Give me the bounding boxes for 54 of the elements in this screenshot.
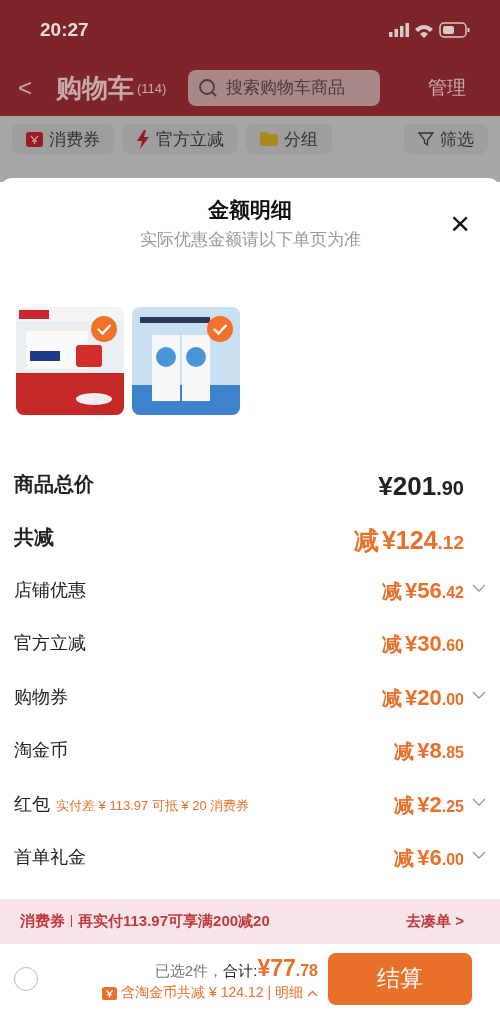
filter-icon <box>418 131 434 148</box>
filter-chip[interactable]: 分组 <box>246 124 332 155</box>
check-icon[interactable] <box>207 315 233 342</box>
row-label: 商品总价 <box>14 471 94 497</box>
search-icon <box>198 78 219 98</box>
total-label: 合计: <box>223 962 258 982</box>
row-label: 购物券 <box>14 685 68 709</box>
row-label: 红包 <box>14 792 50 816</box>
savings-detail-link[interactable]: 含淘金币共减 ¥ 124.12 | 明细 <box>121 984 303 1003</box>
back-button[interactable]: < <box>18 74 56 102</box>
lightning-icon <box>136 129 150 149</box>
folder-icon <box>260 132 278 147</box>
checkout-button[interactable]: 结算 <box>328 952 472 1005</box>
row-note: 实付差 ¥ 113.97 可抵 ¥ 20 消费券 <box>56 796 250 815</box>
amount-text: 减¥20.00 <box>382 684 464 712</box>
battery-icon <box>439 22 470 38</box>
manage-button[interactable]: 管理 <box>428 75 488 101</box>
chevron-down-icon[interactable] <box>472 797 486 807</box>
filter-chip[interactable]: 消费券 <box>12 124 114 155</box>
close-button[interactable]: × <box>450 207 470 238</box>
add-items-link[interactable]: 去凑单 > <box>406 911 464 931</box>
amount-text: 减¥30.60 <box>382 631 464 659</box>
amount-text: ¥201.90 <box>378 470 464 502</box>
status-time: 20:27 <box>40 19 89 41</box>
chevron-down-icon[interactable] <box>472 690 486 700</box>
sheet-title: 金额明细 <box>208 196 292 223</box>
filter-chip[interactable]: 官方立减 <box>122 124 238 155</box>
amount-text: 减¥56.42 <box>382 577 464 605</box>
banner-message: 再实付113.97可享满200减20 <box>78 911 270 931</box>
chevron-down-icon[interactable] <box>472 583 486 593</box>
amount-text: 减¥6.00 <box>394 845 464 873</box>
coupon-icon <box>102 985 118 1001</box>
row-label: 首单礼金 <box>14 846 86 870</box>
search-field[interactable]: 搜索购物车商品 <box>188 70 381 106</box>
amount-text: 减¥124.12 <box>353 525 464 557</box>
selected-count: 已选2件， <box>154 962 224 982</box>
filter-chip[interactable]: 筛选 <box>404 124 488 155</box>
check-icon[interactable] <box>91 315 117 342</box>
row-label: 淘金币 <box>14 739 68 763</box>
row-label: 店铺优惠 <box>14 578 86 602</box>
caret-up-icon[interactable] <box>307 989 318 997</box>
banner-tag: 消费券 <box>20 911 65 931</box>
row-label: 共减 <box>14 525 54 551</box>
chevron-down-icon[interactable] <box>472 851 486 861</box>
wifi-icon <box>415 22 433 38</box>
signal-icon <box>389 23 409 37</box>
amount-text: 减¥2.25 <box>394 791 464 819</box>
amount-text: 减¥8.85 <box>394 738 464 766</box>
row-label: 官方立减 <box>14 632 86 656</box>
total-amount: ¥77.78 <box>257 955 318 983</box>
sheet-subtitle: 实际优惠金额请以下单页为准 <box>139 228 361 251</box>
item-count: (114) <box>137 80 167 96</box>
coupon-icon <box>26 130 43 148</box>
page-title: 购物车 <box>56 71 134 105</box>
